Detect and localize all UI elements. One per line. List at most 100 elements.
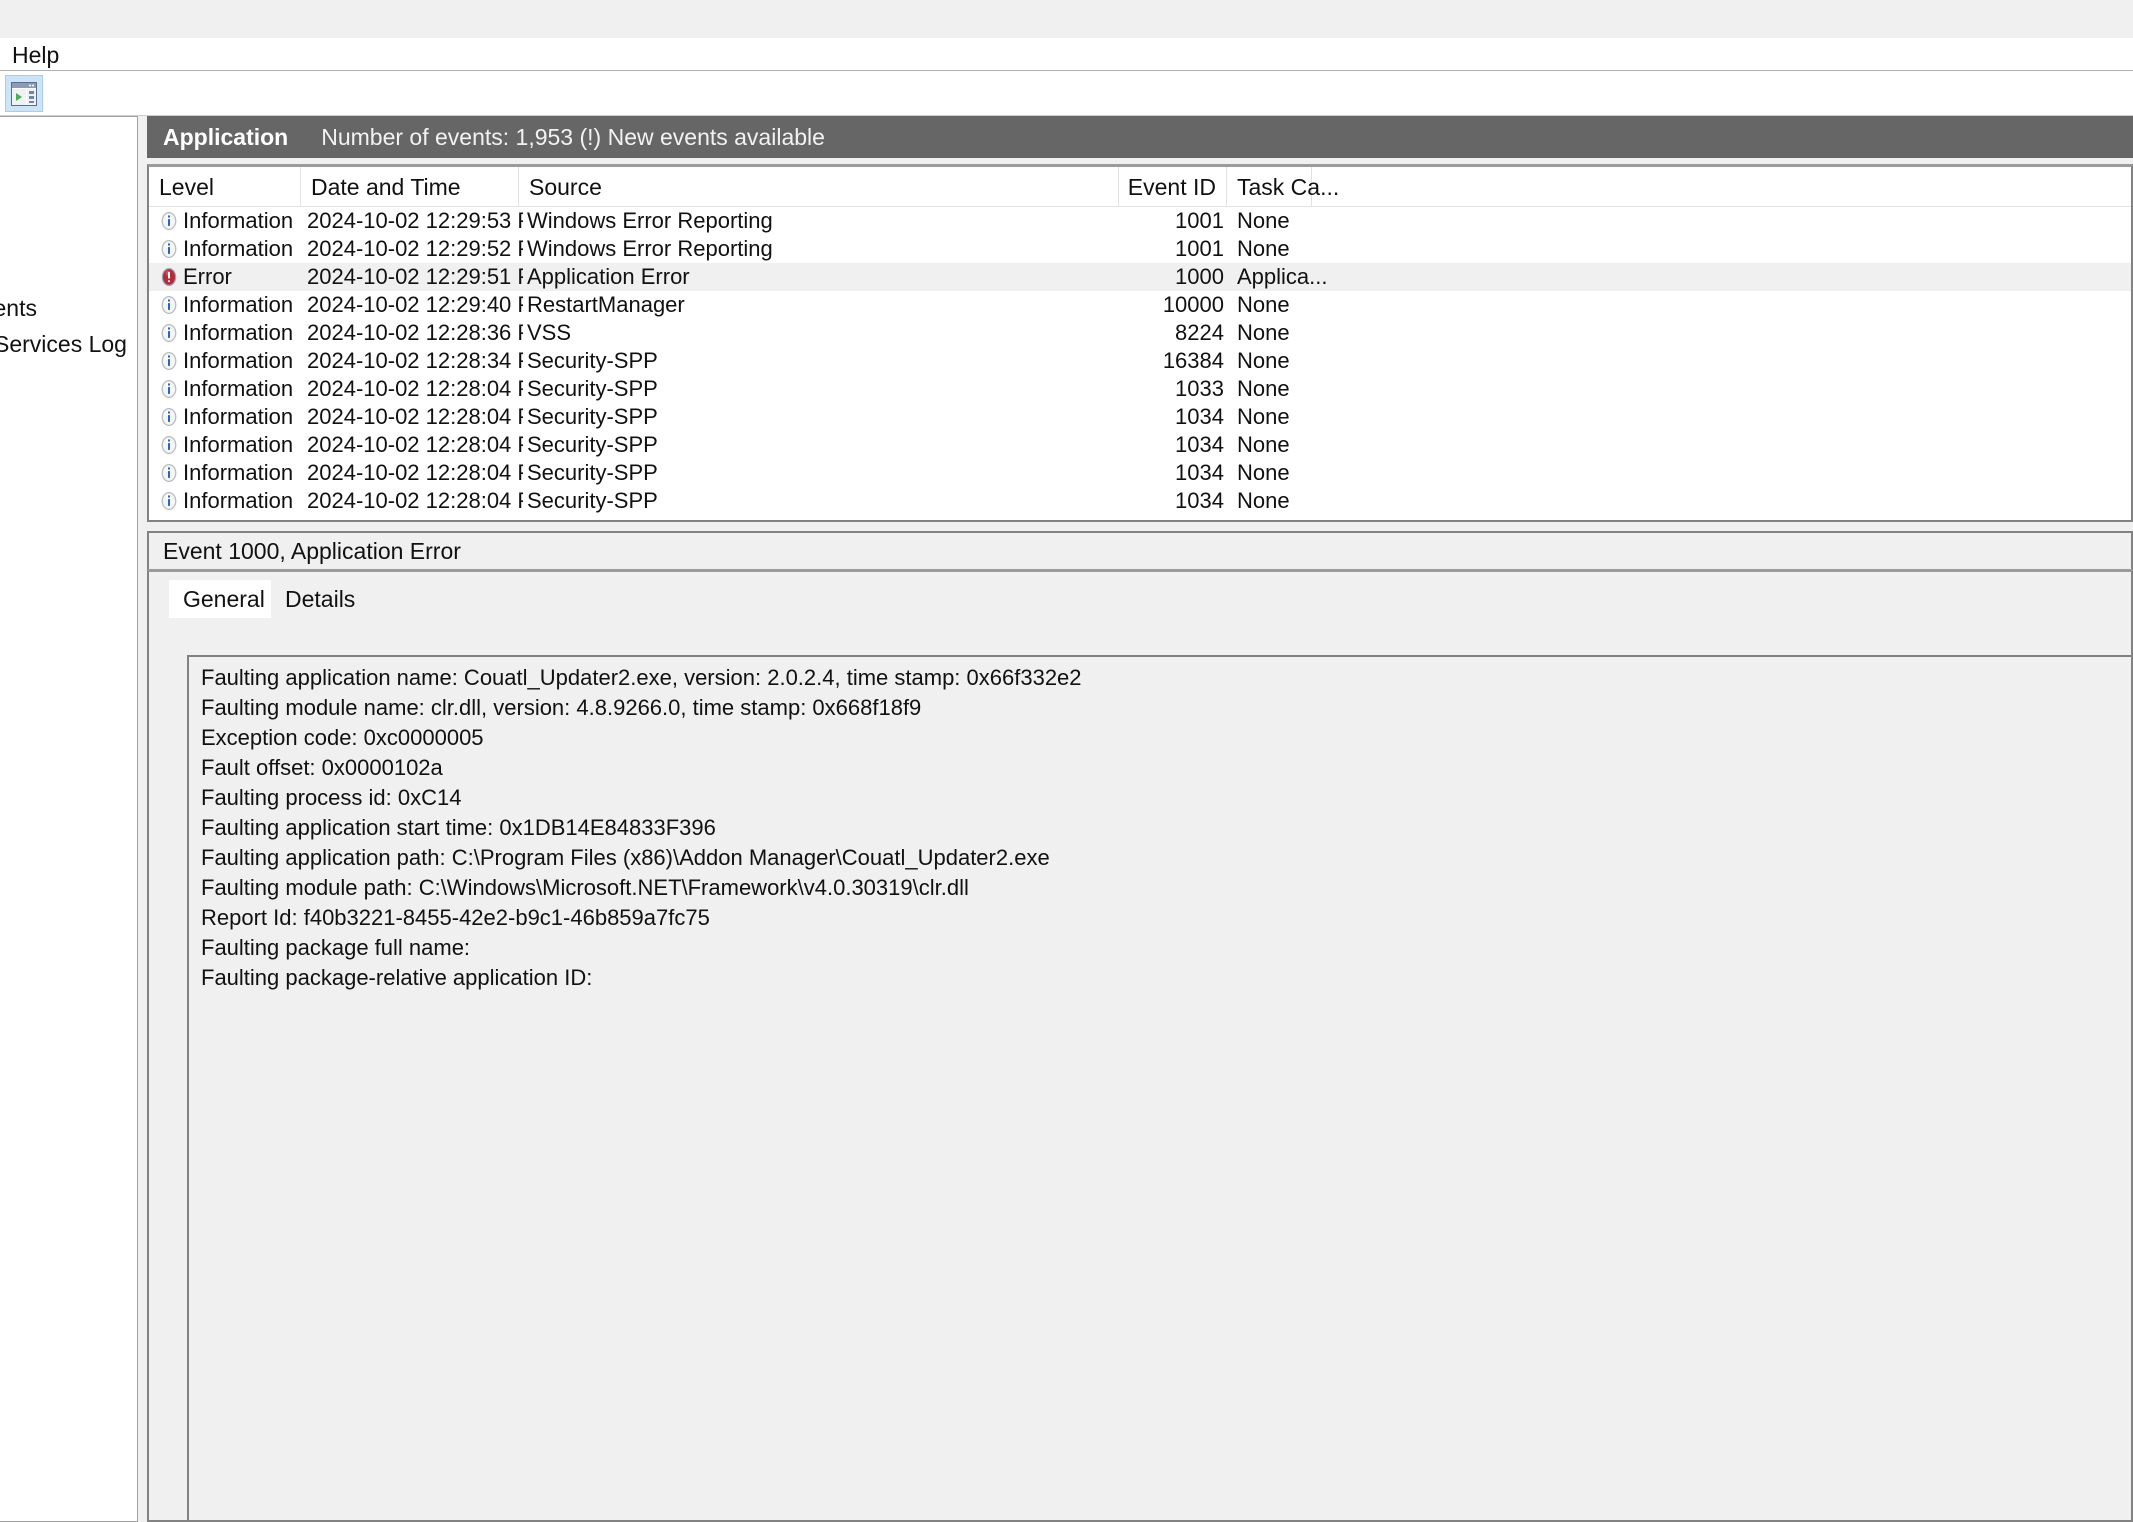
level-label: Information	[183, 432, 294, 457]
work-area: vents Services Log Application Number of…	[0, 116, 2133, 1522]
event-description-line: Faulting module name: clr.dll, version: …	[201, 695, 922, 720]
cell-task-category: None	[1237, 348, 1290, 373]
information-icon	[159, 463, 179, 483]
table-row[interactable]: Information 2024-10-02 12:28:04 PMSecurit…	[149, 403, 2131, 431]
cell-level: Information	[159, 235, 324, 263]
table-row[interactable]: Information 2024-10-02 12:29:40 PMRestart…	[149, 291, 2131, 319]
tab-general[interactable]: General	[169, 580, 279, 620]
event-description-line: Faulting application name: Couatl_Update…	[201, 665, 1082, 690]
cell-task-category: None	[1237, 432, 1290, 457]
cell-source: RestartManager	[527, 292, 685, 317]
cell-date-time: 2024-10-02 12:28:04 PM	[307, 404, 523, 429]
information-icon	[159, 323, 179, 343]
event-description-line: Faulting application start time: 0x1DB14…	[201, 815, 716, 840]
information-icon	[159, 351, 179, 371]
table-row[interactable]: Error 2024-10-02 12:29:51 PMApplication E…	[149, 263, 2131, 291]
information-icon	[159, 435, 179, 455]
information-icon	[159, 407, 179, 427]
console-tree-icon	[11, 81, 37, 106]
cell-level: Information	[159, 431, 324, 459]
table-row[interactable]: Information 2024-10-02 12:28:04 PMSecurit…	[149, 459, 2131, 487]
cell-source: Windows Error Reporting	[527, 208, 773, 233]
event-description-line: Faulting application path: C:\Program Fi…	[201, 845, 1050, 870]
console-tree-panel[interactable]: vents Services Log	[0, 116, 138, 1522]
menu-item-help[interactable]: Help	[8, 42, 63, 68]
cell-level: Information	[159, 319, 324, 347]
event-description-line: Faulting process id: 0xC14	[201, 785, 462, 810]
information-icon	[159, 295, 179, 315]
table-row[interactable]: Information 2024-10-02 12:28:04 PMSecurit…	[149, 487, 2131, 515]
toolbar	[0, 71, 2133, 116]
table-row[interactable]: Information 2024-10-02 12:28:36 PMVSS 8224…	[149, 319, 2131, 347]
column-header-task-category[interactable]: Task Ca...	[1227, 167, 1339, 207]
cell-source: Windows Error Reporting	[527, 236, 773, 261]
event-description-line: Faulting package full name:	[201, 935, 471, 960]
cell-event-id: 1001	[1175, 236, 1224, 261]
column-header-source[interactable]: Source	[519, 167, 1119, 207]
log-header-bar: Application Number of events: 1,953 (!) …	[147, 116, 2133, 158]
panel-splitter[interactable]	[139, 116, 147, 1522]
show-hide-console-tree-button[interactable]	[5, 75, 43, 112]
event-detail-pane: General Details Faulting application nam…	[147, 569, 2133, 1522]
information-icon	[159, 491, 179, 511]
cell-event-id: 1034	[1175, 404, 1224, 429]
cell-event-id: 10000	[1162, 292, 1224, 317]
cell-task-category: None	[1237, 460, 1290, 485]
level-label: Information	[183, 404, 294, 429]
level-label: Information	[183, 376, 294, 401]
table-row[interactable]: Information 2024-10-02 12:29:53 PMWindows…	[149, 207, 2131, 235]
event-description-line: Exception code: 0xc0000005	[201, 725, 484, 750]
cell-source: Application Error	[527, 264, 690, 289]
sidebar-item-forwarded-events[interactable]: vents	[0, 295, 37, 321]
cell-task-category: None	[1237, 320, 1290, 345]
cell-date-time: 2024-10-02 12:29:52 PM	[307, 236, 523, 261]
cell-event-id: 1034	[1175, 460, 1224, 485]
event-detail-header: Event 1000, Application Error	[147, 531, 2133, 569]
level-label: Information	[183, 488, 294, 513]
level-label: Error	[183, 264, 232, 289]
table-row[interactable]: Information 2024-10-02 12:28:04 PMSecurit…	[149, 431, 2131, 459]
log-name: Application	[163, 123, 289, 150]
tab-details[interactable]: Details	[271, 580, 370, 620]
events-list[interactable]: Level Date and Time Source Event ID Task…	[147, 164, 2133, 522]
column-header-date-time[interactable]: Date and Time	[301, 167, 519, 207]
cell-date-time: 2024-10-02 12:28:04 PM	[307, 488, 523, 513]
events-row-container: Information 2024-10-02 12:29:53 PMWindows…	[149, 207, 2131, 515]
cell-source: Security-SPP	[527, 488, 658, 513]
cell-event-id: 16384	[1162, 348, 1224, 373]
information-icon	[159, 379, 179, 399]
event-detail-title: Event 1000, Application Error	[163, 537, 461, 564]
cell-level: Information	[159, 459, 324, 487]
title-bar-strip	[0, 0, 2133, 38]
cell-event-id: 1000	[1175, 264, 1224, 289]
cell-level: Information	[159, 291, 324, 319]
cell-source: Security-SPP	[527, 376, 658, 401]
column-header-level[interactable]: Level	[149, 167, 301, 207]
sidebar-item-applications-and-services-logs[interactable]: Services Log	[0, 331, 127, 357]
cell-source: Security-SPP	[527, 404, 658, 429]
column-header-event-id[interactable]: Event ID	[1119, 167, 1227, 207]
cell-task-category: None	[1237, 236, 1290, 261]
level-label: Information	[183, 320, 294, 345]
table-row[interactable]: Information 2024-10-02 12:29:52 PMWindows…	[149, 235, 2131, 263]
cell-task-category: None	[1237, 376, 1290, 401]
table-row[interactable]: Information 2024-10-02 12:28:34 PMSecurit…	[149, 347, 2131, 375]
cell-level: Information	[159, 207, 324, 235]
level-label: Information	[183, 236, 294, 261]
cell-event-id: 1034	[1175, 432, 1224, 457]
event-description-line: Report Id: f40b3221-8455-42e2-b9c1-46b85…	[201, 905, 710, 930]
level-label: Information	[183, 460, 294, 485]
table-row[interactable]: Information 2024-10-02 12:28:04 PMSecurit…	[149, 375, 2131, 403]
cell-date-time: 2024-10-02 12:28:36 PM	[307, 320, 523, 345]
column-header-filler	[1312, 167, 2131, 207]
level-label: Information	[183, 208, 294, 233]
cell-date-time: 2024-10-02 12:29:51 PM	[307, 264, 523, 289]
cell-date-time: 2024-10-02 12:29:53 PM	[307, 208, 523, 233]
cell-source: VSS	[527, 320, 572, 345]
level-label: Information	[183, 348, 294, 373]
event-description-textbox[interactable]: Faulting application name: Couatl_Update…	[187, 655, 2131, 1520]
cell-event-id: 1033	[1175, 376, 1224, 401]
cell-event-id: 1034	[1175, 488, 1224, 513]
cell-task-category: None	[1237, 208, 1290, 233]
menu-bar: Help	[0, 38, 2133, 71]
